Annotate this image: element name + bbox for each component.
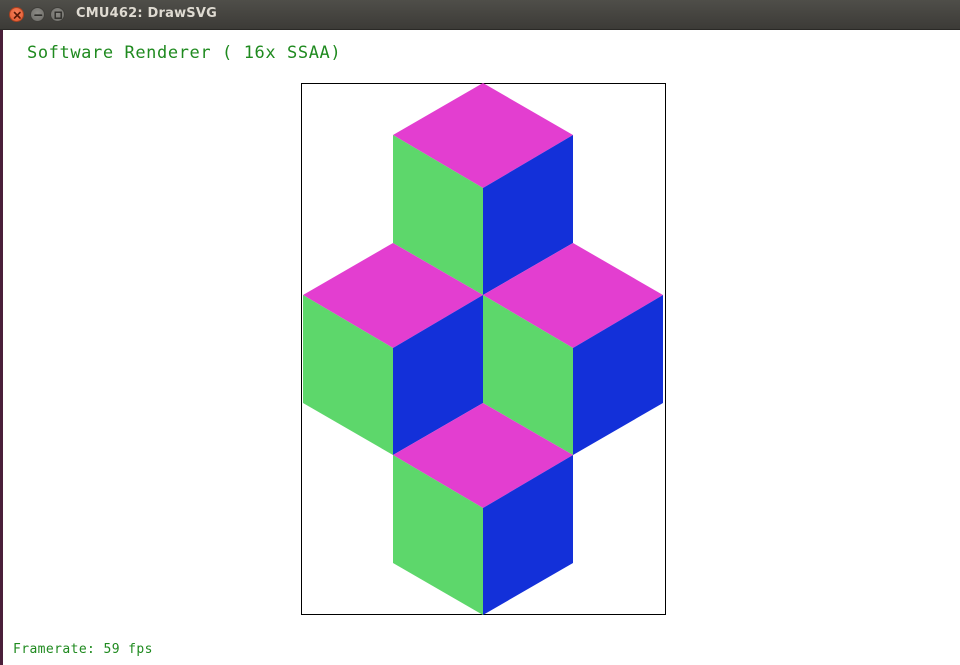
minimize-icon [34,14,43,16]
drawing-canvas[interactable] [301,83,666,615]
window-title: CMU462: DrawSVG [76,6,217,21]
close-icon [13,11,21,19]
minimize-button[interactable] [30,7,45,22]
close-button[interactable] [9,7,24,22]
maximize-button[interactable] [50,7,65,22]
desktop-edge [0,30,3,665]
title-bar[interactable]: CMU462: DrawSVG [0,0,960,30]
app-window: CMU462: DrawSVG Software Renderer ( 16x … [0,0,960,665]
maximize-icon [54,11,62,19]
renderer-label: Software Renderer ( 16x SSAA) [27,43,342,63]
framerate-label: Framerate: 59 fps [13,642,153,657]
